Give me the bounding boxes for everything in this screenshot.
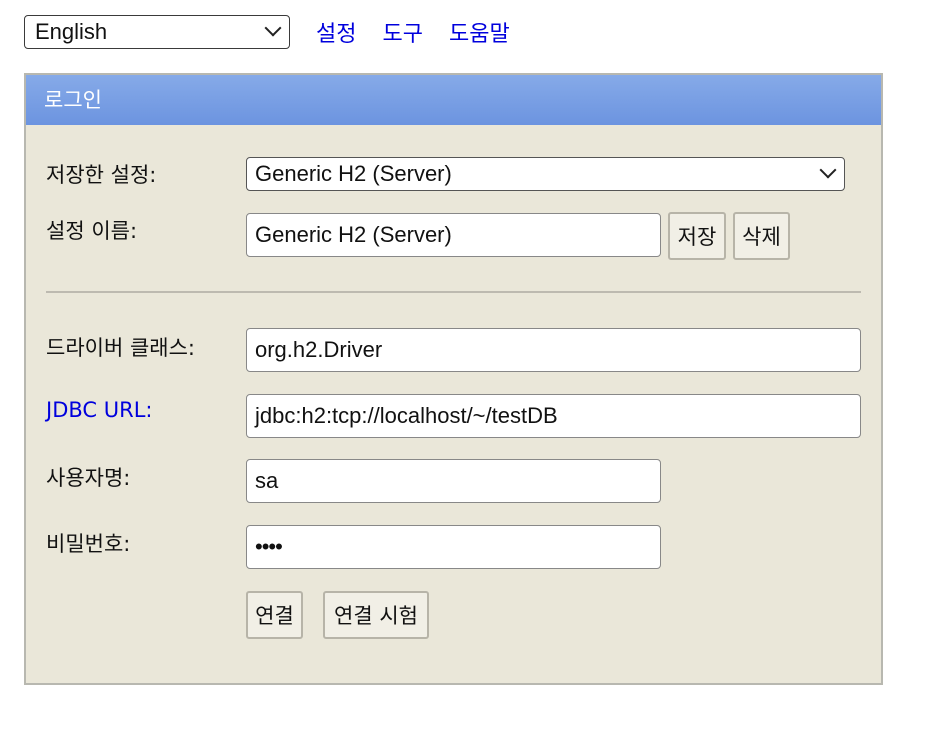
driver-class-input-value: org.h2.Driver (255, 337, 383, 362)
language-select-value: English (35, 19, 108, 44)
jdbc-url-input[interactable]: jdbc:h2:tcp://localhost/~/testDB (246, 394, 861, 438)
test-connection-button[interactable]: 연결 시험 (323, 591, 429, 639)
chevron-down-icon (264, 19, 282, 37)
help-link[interactable]: 도움말 (449, 16, 510, 48)
driver-class-input[interactable]: org.h2.Driver (246, 328, 861, 372)
login-panel: 로그인 저장한 설정: Generic H2 (Server) 설정 이름: G… (24, 73, 883, 685)
language-select[interactable]: English (24, 15, 290, 49)
username-input-value: sa (255, 468, 279, 493)
login-panel-header: 로그인 (26, 75, 881, 125)
password-input-value: •••• (255, 534, 283, 559)
saved-settings-select-value: Generic H2 (Server) (255, 161, 452, 186)
saved-settings-select[interactable]: Generic H2 (Server) (246, 157, 845, 191)
username-label: 사용자명: (46, 466, 131, 490)
divider (46, 291, 861, 293)
saved-settings-label: 저장한 설정: (46, 163, 157, 187)
setting-name-label: 설정 이름: (46, 219, 138, 243)
jdbc-url-label-suffix: : (145, 398, 153, 422)
driver-class-label: 드라이버 클래스: (46, 336, 195, 360)
password-input[interactable]: •••• (246, 525, 661, 569)
jdbc-url-label: JDBC URL: (46, 398, 152, 422)
delete-button[interactable]: 삭제 (733, 212, 790, 260)
jdbc-url-input-value: jdbc:h2:tcp://localhost/~/testDB (255, 403, 558, 428)
top-nav-links: 설정 도구 도움말 (316, 16, 510, 48)
connect-button[interactable]: 연결 (246, 591, 303, 639)
settings-link[interactable]: 설정 (316, 16, 356, 48)
setting-name-input-value: Generic H2 (Server) (255, 222, 452, 247)
jdbc-url-help-link[interactable]: JDBC URL (46, 398, 145, 422)
save-button[interactable]: 저장 (668, 212, 726, 260)
top-bar: English 설정 도구 도움말 (24, 14, 510, 50)
password-label: 비밀번호: (46, 532, 131, 556)
setting-name-input[interactable]: Generic H2 (Server) (246, 213, 661, 257)
chevron-down-icon (819, 161, 837, 179)
username-input[interactable]: sa (246, 459, 661, 503)
tools-link[interactable]: 도구 (382, 16, 422, 48)
